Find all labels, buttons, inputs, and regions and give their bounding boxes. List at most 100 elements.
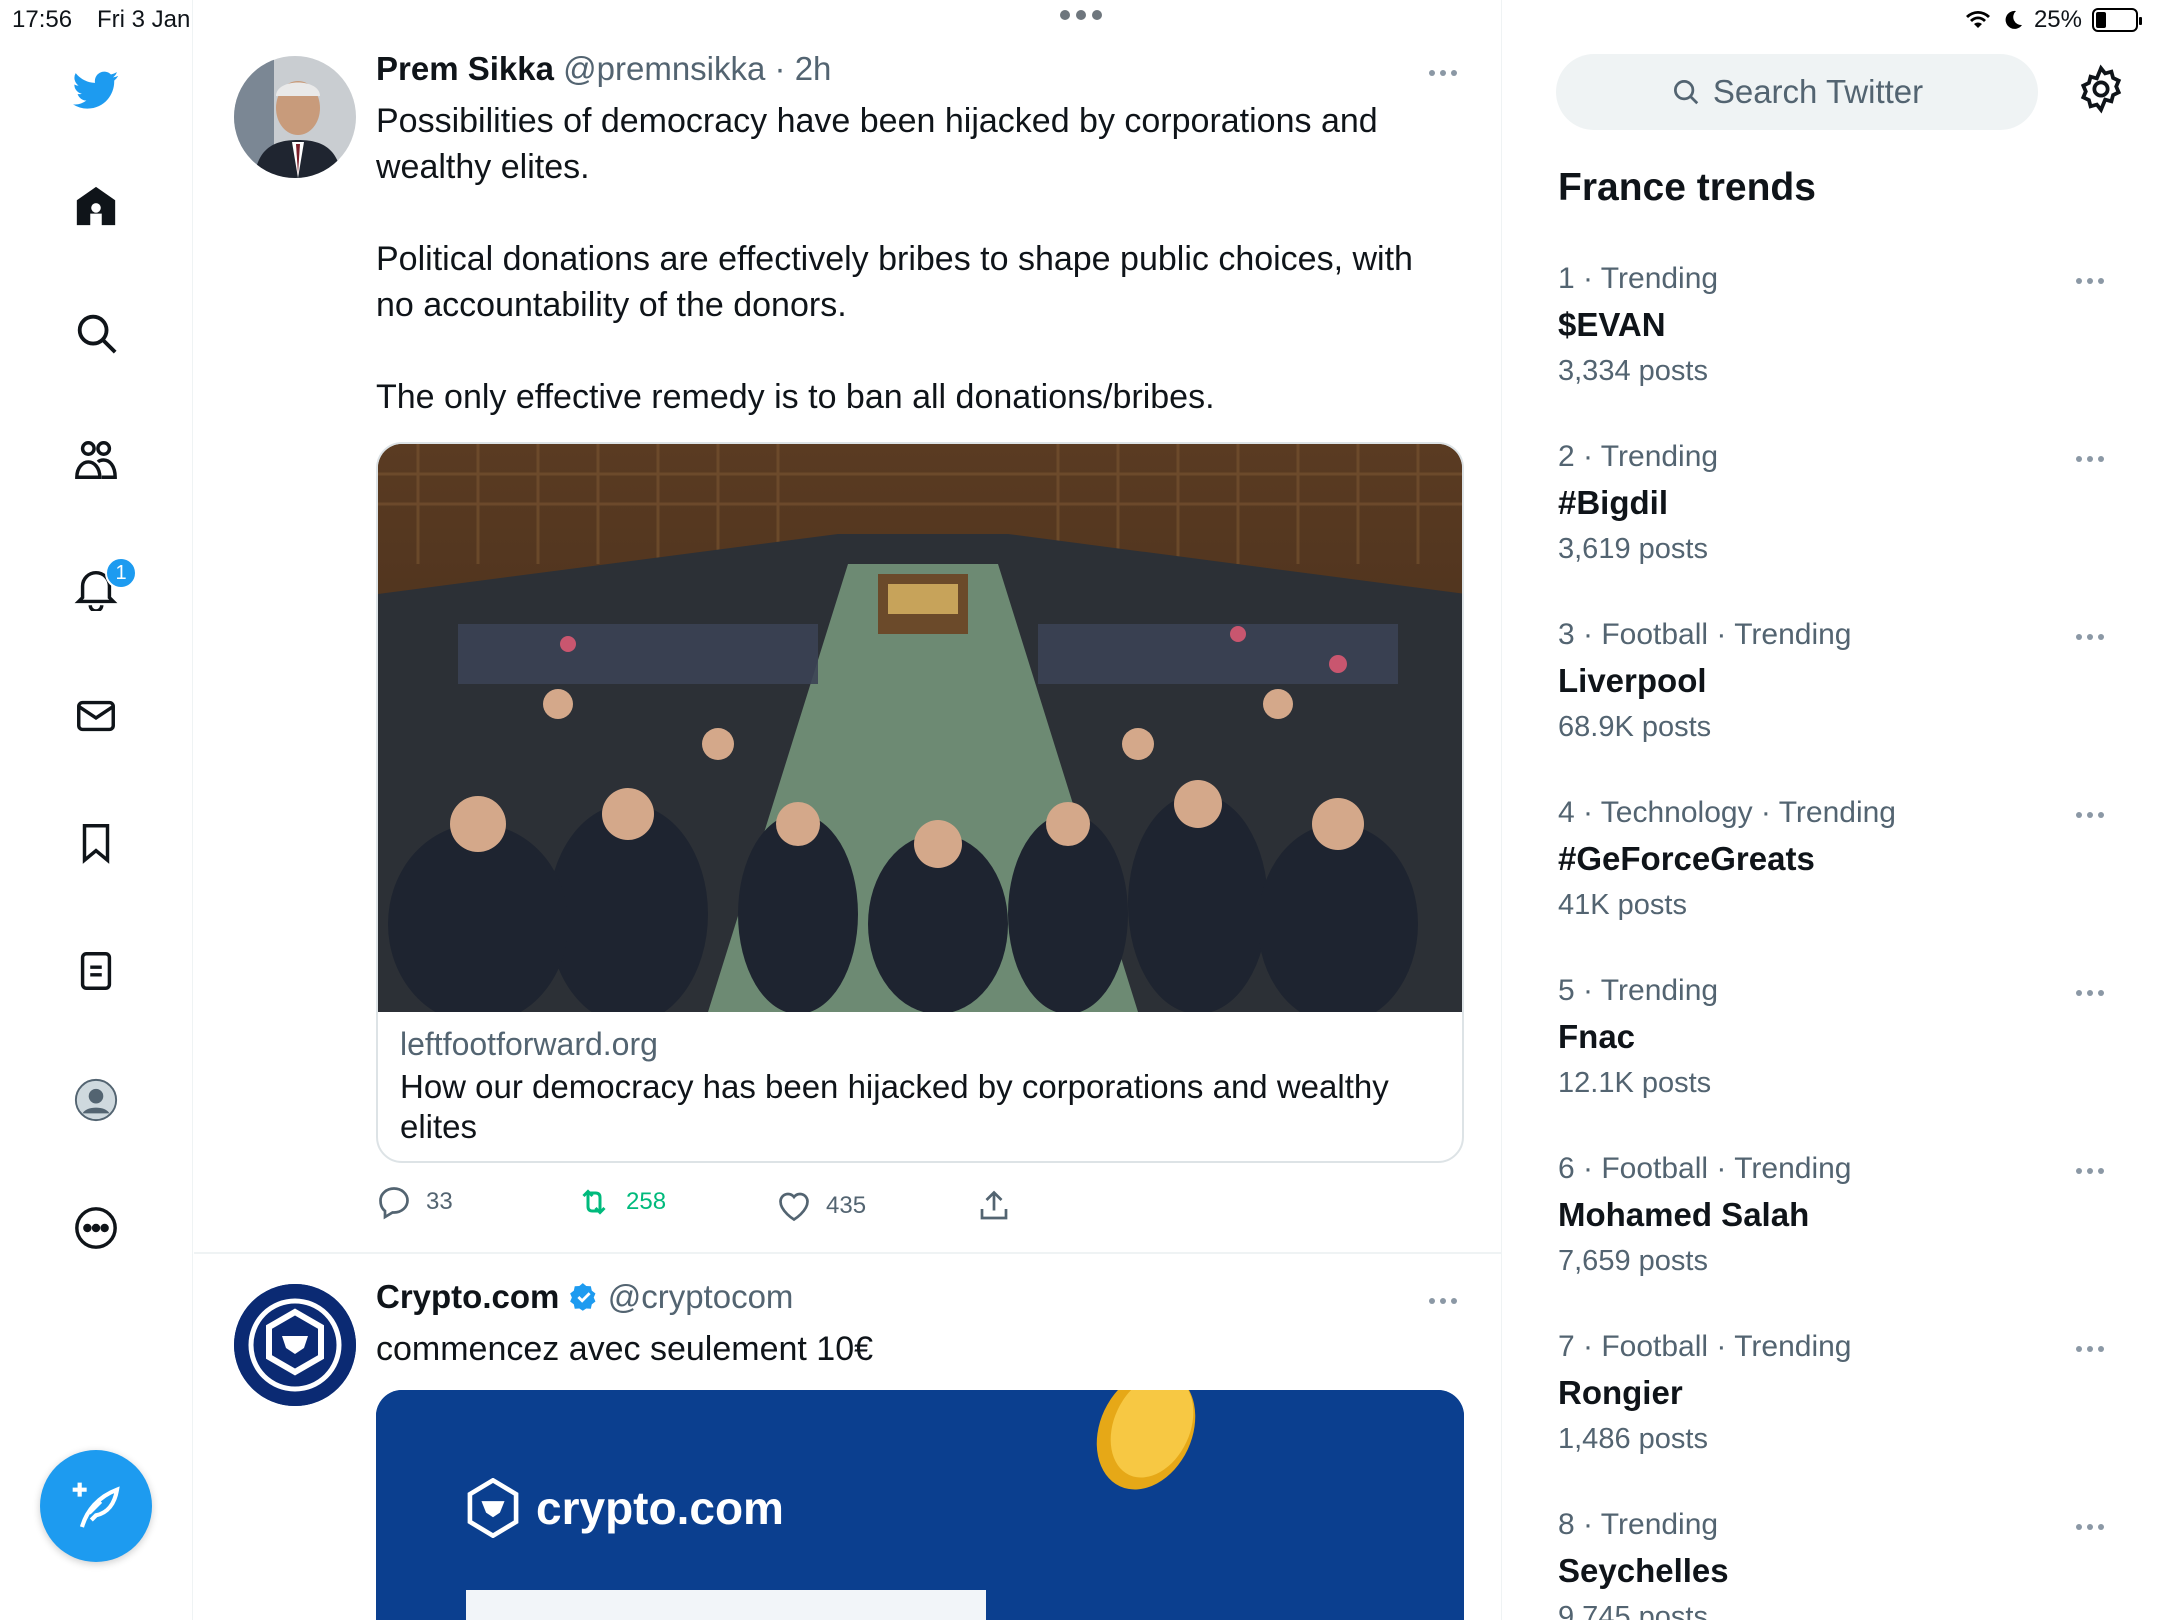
feather-plus-icon: [72, 1482, 120, 1528]
trend-item[interactable]: 4 · Technology · Trending #GeForceGreats…: [1558, 790, 2118, 928]
trend-item[interactable]: 5 · Trending Fnac 12.1K posts: [1558, 968, 2118, 1106]
trend-count: 9,745 posts: [1558, 1601, 1708, 1620]
author-name[interactable]: Prem Sikka: [376, 50, 554, 87]
trend-item[interactable]: 8 · Trending Seychelles 9,745 posts: [1558, 1502, 2118, 1620]
trend-more-icon[interactable]: [2076, 456, 2104, 462]
search-icon: [1673, 80, 1699, 105]
trend-count: 12.1K posts: [1558, 1067, 1712, 1099]
tweet-text: Possibilities of democracy have been hij…: [376, 98, 1456, 466]
heart-icon: [779, 1192, 809, 1222]
trend-name: Fnac: [1558, 1018, 1636, 1055]
trend-name: Rongier: [1558, 1374, 1683, 1411]
trend-item[interactable]: 6 · Football · Trending Mohamed Salah 7,…: [1558, 1146, 2118, 1284]
trend-meta: 4 · Technology · Trending: [1558, 796, 1896, 829]
divider: [194, 1252, 1502, 1254]
communities-icon[interactable]: [68, 432, 124, 488]
timeline: Prem Sikka @premnsikka · 2h Possibilitie…: [194, 0, 1502, 1620]
twitter-logo-icon[interactable]: [68, 62, 124, 118]
trend-name: #GeForceGreats: [1558, 840, 1815, 877]
left-nav: 1: [0, 0, 193, 1620]
trend-item[interactable]: 7 · Football · Trending Rongier 1,486 po…: [1558, 1324, 2118, 1462]
trend-more-icon[interactable]: [2076, 278, 2104, 284]
search-input[interactable]: Search Twitter: [1556, 54, 2038, 130]
notifications-badge: 1: [105, 557, 137, 589]
tweet-paragraph: The only effective remedy is to ban all …: [376, 378, 1215, 416]
crypto-logo-text: crypto.com: [536, 1482, 784, 1534]
wifi-icon: [1965, 11, 1990, 28]
bookmarks-icon[interactable]: [68, 815, 124, 871]
trend-meta: 5 · Trending: [1558, 974, 1719, 1007]
verified-badge-icon: [569, 1283, 595, 1311]
battery-icon: [2092, 8, 2142, 32]
reply-button[interactable]: 33: [376, 1184, 453, 1220]
trend-name: #Bigdil: [1558, 484, 1669, 521]
trend-name: Liverpool: [1558, 662, 1707, 699]
like-count: 435: [826, 1192, 867, 1219]
tweet-text: commencez avec seulement 10€: [376, 1330, 874, 1368]
reply-count: 33: [426, 1188, 453, 1215]
trends-title: France trends: [1558, 166, 1816, 209]
trend-more-icon[interactable]: [2076, 1524, 2104, 1530]
trend-meta: 7 · Football · Trending: [1558, 1330, 1852, 1363]
trend-more-icon[interactable]: [2076, 812, 2104, 818]
search-placeholder: Search Twitter: [1712, 73, 1924, 110]
more-icon[interactable]: [68, 1200, 124, 1256]
trend-name: Mohamed Salah: [1558, 1196, 1810, 1233]
share-icon: [980, 1190, 1008, 1220]
trend-item[interactable]: 3 · Football · Trending Liverpool 68.9K …: [1558, 612, 2118, 750]
trend-more-icon[interactable]: [2076, 634, 2104, 640]
trend-meta: 6 · Football · Trending: [1558, 1152, 1852, 1185]
trend-meta: 2 · Trending: [1558, 440, 1719, 473]
author-name[interactable]: Crypto.com: [376, 1278, 559, 1315]
author-handle[interactable]: @premnsikka: [563, 50, 765, 87]
tweet-more-icon[interactable]: [1429, 70, 1457, 76]
trend-name: $EVAN: [1558, 306, 1666, 343]
tweet-more-icon[interactable]: [1429, 1298, 1457, 1304]
promoted-media[interactable]: crypto.com: [376, 1390, 1464, 1620]
trend-meta: 3 · Football · Trending: [1558, 618, 1852, 651]
avatar[interactable]: [234, 1284, 356, 1406]
link-card[interactable]: leftfootforward.org How our democracy ha…: [376, 442, 1464, 1163]
compose-tweet-button[interactable]: [40, 1450, 152, 1562]
trend-count: 41K posts: [1558, 889, 1687, 921]
trend-item[interactable]: 1 · Trending $EVAN 3,334 posts: [1558, 256, 2118, 394]
retweet-count: 258: [626, 1188, 667, 1215]
profile-icon[interactable]: [68, 1072, 124, 1128]
lists-icon[interactable]: [68, 943, 124, 999]
gear-icon[interactable]: [2076, 64, 2126, 114]
avatar[interactable]: [234, 56, 356, 178]
tweet-paragraph: Possibilities of democracy have been hij…: [376, 102, 1378, 186]
tweet-header: Crypto.com @cryptocom: [376, 1278, 793, 1316]
messages-icon[interactable]: [68, 688, 124, 744]
trend-count: 3,619 posts: [1558, 533, 1708, 565]
trend-meta: 1 · Trending: [1558, 262, 1719, 295]
status-indicators: 25%: [1964, 6, 2142, 34]
tweet-time[interactable]: · 2h: [775, 50, 832, 87]
retweet-icon: [582, 1189, 606, 1215]
crypto-logo: crypto.com: [464, 1478, 784, 1538]
trend-name: Seychelles: [1558, 1552, 1729, 1589]
tweet-actions: 33 258 435: [376, 1182, 1076, 1226]
battery-percent: 25%: [2033, 6, 2082, 33]
retweet-button[interactable]: 258: [576, 1184, 666, 1220]
trend-item[interactable]: 2 · Trending #Bigdil 3,619 posts: [1558, 434, 2118, 572]
trend-count: 1,486 posts: [1558, 1423, 1708, 1455]
trend-more-icon[interactable]: [2076, 990, 2104, 996]
search-icon[interactable]: [68, 305, 124, 361]
trend-count: 3,334 posts: [1558, 355, 1708, 387]
author-handle[interactable]: @cryptocom: [608, 1278, 794, 1315]
moon-icon: [2005, 10, 2022, 29]
link-card-image: [378, 444, 1462, 1012]
like-button[interactable]: 435: [776, 1188, 866, 1224]
home-icon[interactable]: [68, 178, 124, 234]
tweet-paragraph: Political donations are effectively brib…: [376, 240, 1413, 324]
trend-meta: 8 · Trending: [1558, 1508, 1719, 1541]
trend-count: 7,659 posts: [1558, 1245, 1708, 1277]
link-card-domain: leftfootforward.org: [400, 1026, 658, 1062]
trend-more-icon[interactable]: [2076, 1346, 2104, 1352]
crypto-logo-icon: [467, 1478, 519, 1538]
link-card-title: How our democracy has been hijacked by c…: [400, 1068, 1389, 1145]
reply-icon: [379, 1187, 409, 1220]
trend-more-icon[interactable]: [2076, 1168, 2104, 1174]
share-button[interactable]: [976, 1188, 1012, 1224]
